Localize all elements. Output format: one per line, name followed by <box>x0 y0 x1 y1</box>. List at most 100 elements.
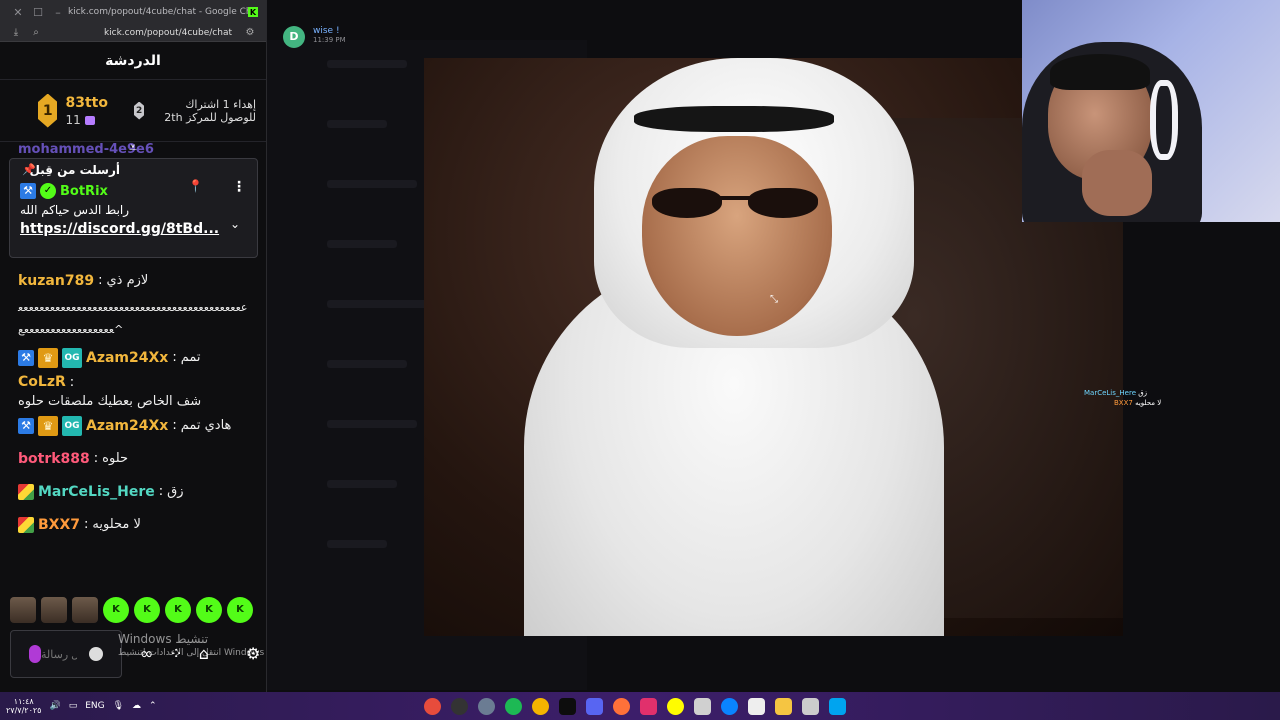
headset-icon <box>1150 80 1178 160</box>
browser-titlebar: ✕ ☐ – kick.com/popout/4cube/chat - Googl… <box>0 0 266 24</box>
chat-text: لا محلويه <box>92 517 141 532</box>
file-explorer-app-icon[interactable] <box>775 697 792 715</box>
maximize-window-icon[interactable]: ☐ <box>28 6 48 19</box>
emote-kick-1[interactable]: K <box>103 597 129 623</box>
settings-gear-icon[interactable]: ⚙ <box>246 644 260 663</box>
notepad-app-icon[interactable] <box>802 697 819 715</box>
chat-text: لازم ذي <box>106 273 149 288</box>
chat-text: حلوه <box>102 451 129 466</box>
unpin-button[interactable]: 📍 <box>188 179 203 193</box>
close-window-icon[interactable]: ✕ <box>8 6 28 19</box>
clock-time: ١١:٤٨ <box>13 697 34 706</box>
bubbles-icon[interactable]: ⁘ <box>169 644 182 663</box>
chrome-app-icon[interactable] <box>532 697 549 715</box>
instagram-app-icon[interactable] <box>640 697 657 715</box>
emote-kick-2[interactable]: K <box>134 597 160 623</box>
overlay-text: زق <box>1138 389 1148 397</box>
taskbar-clock[interactable]: ١١:٤٨ ٢٧/٧/٢٠٢٥ <box>6 697 41 715</box>
rubiks-cube-badge-icon <box>18 516 34 533</box>
search-icon[interactable]: ⌕ <box>26 27 46 38</box>
top-gifter-name: 83tto <box>65 94 108 111</box>
network-icon[interactable]: ☁ <box>132 701 141 711</box>
chat-username[interactable]: botrk888 <box>18 451 90 467</box>
verified-badge-icon: ✓ <box>40 183 56 199</box>
chat-username[interactable]: Azam24Xx <box>86 418 168 434</box>
discord-logo-icon: D <box>283 26 305 48</box>
chat-messages: kuzan789: لازم ذي عععععععععععععععععععععع… <box>0 264 266 541</box>
firefox-app-icon[interactable] <box>613 697 630 715</box>
discord-notification[interactable]: D wise ! 11:39 PM <box>283 26 346 48</box>
more-options-icon[interactable]: ⋮ <box>232 179 246 195</box>
pinned-area: mohammed-4e9e6 ⩡ 📌 أرسلت من قِبل ⚒ ✓ Bot… <box>0 141 266 264</box>
url-text[interactable]: kick.com/popout/4cube/chat <box>46 28 240 38</box>
discord-app-icon[interactable] <box>586 697 603 715</box>
display-icon[interactable]: ▭ <box>69 701 78 711</box>
chevron-up-icon[interactable]: ⌃ <box>149 701 157 711</box>
chat-username[interactable]: MarCeLis_Here <box>38 484 155 500</box>
windows-start-icon[interactable] <box>829 697 846 715</box>
moderator-badge-icon: ⚒ <box>18 417 34 434</box>
snapchat-app-icon[interactable] <box>667 697 684 715</box>
gift-icon <box>84 115 95 125</box>
mic-icon[interactable] <box>29 645 41 663</box>
download-icon[interactable]: ⤓ <box>6 27 26 38</box>
chat-username[interactable]: Azam24Xx <box>86 350 168 366</box>
chat-message: MarCeLis_Here: زق <box>18 475 248 508</box>
clipchamp-app-icon[interactable] <box>748 697 765 715</box>
chat-username[interactable]: kuzan789 <box>18 273 94 289</box>
pinned-username[interactable]: BotRix <box>60 184 108 199</box>
chat-input-box[interactable] <box>10 630 122 678</box>
chat-message: kuzan789: لازم ذي <box>18 272 149 289</box>
volume-icon[interactable]: 🔊 <box>49 701 60 711</box>
site-settings-icon[interactable]: ⚙ <box>240 27 260 38</box>
store-icon[interactable]: ⌂ <box>199 644 209 663</box>
chevron-down-icon[interactable]: ⌄ <box>230 217 240 231</box>
shared-video[interactable]: ⤡ <box>424 58 1123 636</box>
minimize-window-icon[interactable]: – <box>48 6 68 19</box>
chat-popout-window: ✕ ☐ – kick.com/popout/4cube/chat - Googl… <box>0 0 267 692</box>
rank-2-badge-icon: 2 <box>133 101 145 120</box>
discord-time: 11:39 PM <box>313 36 346 44</box>
og-badge-icon: OG <box>62 415 82 436</box>
streamer-webcam <box>1022 0 1280 222</box>
microphone-icon[interactable]: 🎙 <box>113 701 124 711</box>
clock-date: ٢٧/٧/٢٠٢٥ <box>6 706 42 715</box>
chat-input[interactable] <box>41 639 77 671</box>
app-icon[interactable] <box>694 697 711 715</box>
scroll-to-bottom-icon[interactable]: ⩡ <box>124 141 142 156</box>
terminal-app-icon[interactable] <box>559 697 576 715</box>
settings-app-icon[interactable] <box>478 697 495 715</box>
chat-message: ⚒ ♛ OG Azam24Xx: تمم <box>18 341 248 374</box>
spotify-app-icon[interactable] <box>505 697 522 715</box>
kick-logo-icon: K <box>248 7 258 17</box>
edge-app-icon[interactable] <box>721 697 738 715</box>
emote-kick-5[interactable]: K <box>227 597 253 623</box>
discord-sender: wise ! <box>313 26 340 36</box>
top-gifter[interactable]: 83tto 11 <box>65 95 108 127</box>
webcam-hand <box>1082 150 1152 216</box>
media-player-app-icon[interactable] <box>451 697 468 715</box>
emoji-picker-icon[interactable] <box>89 647 103 661</box>
chat-username[interactable]: CoLzR <box>18 374 66 390</box>
mouse-cursor-icon: ⤡ <box>770 294 778 305</box>
emote-kick-3[interactable]: K <box>165 597 191 623</box>
language-indicator[interactable]: ENG <box>85 701 104 711</box>
pinned-text: رابط الدس حياكم الله <box>20 203 130 217</box>
pinned-link[interactable]: https://discord.gg/8tBd... <box>20 221 247 237</box>
emote-kick-4[interactable]: K <box>196 597 222 623</box>
crown-badge-icon: ♛ <box>38 415 58 436</box>
emote-face-3[interactable] <box>72 597 98 623</box>
screen: ✕ ☐ – kick.com/popout/4cube/chat - Googl… <box>0 0 1280 720</box>
browser-title: kick.com/popout/4cube/chat - Google Chro… <box>68 7 248 17</box>
browser-urlbar: ⤓ ⌕ kick.com/popout/4cube/chat ⚙ <box>0 24 266 42</box>
infinity-icon[interactable]: ∞ <box>140 644 153 663</box>
next-rank-text: إهداء 1 اشتراك للوصول للمركز 2th <box>164 97 256 124</box>
chat-username[interactable]: BXX7 <box>38 517 80 533</box>
emote-face-2[interactable] <box>41 597 67 623</box>
emote-face-1[interactable] <box>10 597 36 623</box>
top-gifter-count: 11 <box>65 112 81 127</box>
obs-app-icon[interactable] <box>424 697 441 715</box>
rubiks-cube-badge-icon <box>18 483 34 500</box>
video-person-agal <box>634 106 834 132</box>
overlay-username: MarCeLis_Here <box>1084 389 1136 397</box>
